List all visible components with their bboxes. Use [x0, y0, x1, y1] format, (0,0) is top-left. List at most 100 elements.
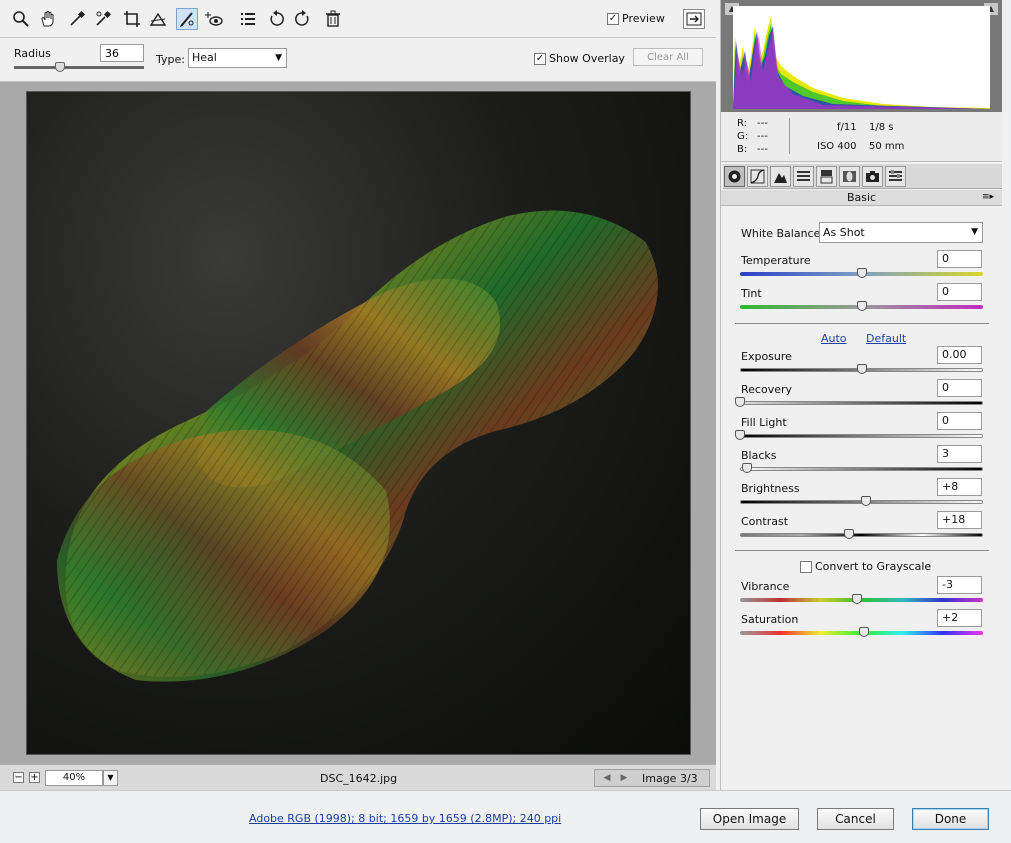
brightness-input[interactable]: +8: [937, 478, 982, 496]
clear-all-button[interactable]: Clear All: [633, 48, 703, 66]
shutter-value: 1/8 s: [869, 122, 894, 133]
zoom-tool[interactable]: [10, 8, 32, 30]
convert-grayscale-checkbox[interactable]: [800, 560, 812, 573]
radius-slider-thumb[interactable]: [55, 62, 65, 72]
white-balance-label: White Balance:: [741, 227, 825, 240]
zoom-level-field[interactable]: 40%: [45, 770, 103, 786]
histogram: ▲ ▲: [721, 0, 1002, 112]
fill-light-label: Fill Light: [741, 416, 787, 429]
rotate-right-icon: [295, 10, 309, 26]
hand-icon: [41, 11, 54, 27]
blacks-slider-track[interactable]: [740, 467, 983, 471]
tab-presets[interactable]: [885, 166, 906, 187]
crop-tool[interactable]: [121, 8, 143, 30]
done-button[interactable]: Done: [912, 808, 989, 830]
straighten-tool[interactable]: [147, 8, 169, 30]
rotate-left-tool[interactable]: [266, 8, 288, 30]
photo-preview[interactable]: [26, 91, 691, 755]
recovery-input[interactable]: 0: [937, 379, 982, 397]
recovery-slider-track[interactable]: [740, 401, 983, 405]
cancel-button[interactable]: Cancel: [817, 808, 894, 830]
color-sampler-tool[interactable]: [92, 8, 114, 30]
contrast-input[interactable]: +18: [937, 511, 982, 529]
auto-link[interactable]: Auto: [821, 332, 847, 345]
fullscreen-button[interactable]: [683, 9, 705, 29]
tab-detail[interactable]: [770, 166, 791, 187]
preview-checkbox[interactable]: ✓: [607, 12, 619, 25]
g-value: ---: [757, 131, 768, 142]
hsl-icon: [797, 171, 810, 181]
tab-camera-calibration[interactable]: [862, 166, 883, 187]
exposure-input[interactable]: 0.00: [937, 346, 982, 364]
preferences-tool[interactable]: [237, 8, 259, 30]
toolbar: ✓ Preview: [0, 0, 716, 38]
spot-removal-tool[interactable]: [176, 8, 198, 30]
vibrance-slider-thumb[interactable]: [851, 594, 862, 604]
fill-light-slider-track[interactable]: [740, 434, 983, 438]
saturation-input[interactable]: +2: [937, 609, 982, 627]
fill-light-input[interactable]: 0: [937, 412, 982, 430]
tab-hsl[interactable]: [793, 166, 814, 187]
chevron-down-icon: ▼: [971, 227, 978, 237]
vibrance-input[interactable]: -3: [937, 576, 982, 594]
show-overlay-checkbox[interactable]: ✓: [534, 52, 546, 65]
saturation-slider-thumb[interactable]: [858, 627, 869, 637]
brightness-slider-thumb[interactable]: [861, 496, 872, 506]
blacks-slider-thumb[interactable]: [742, 463, 753, 473]
default-link[interactable]: Default: [866, 332, 906, 345]
radius-input[interactable]: [100, 44, 144, 62]
previous-image-button[interactable]: ◀: [600, 771, 614, 785]
show-overlay-label: Show Overlay: [549, 52, 625, 65]
rotate-right-tool[interactable]: [291, 8, 313, 30]
type-select[interactable]: Heal ▼: [188, 48, 287, 68]
recovery-label: Recovery: [741, 383, 793, 396]
image-canvas[interactable]: [0, 82, 716, 764]
tint-slider-thumb[interactable]: [856, 301, 867, 311]
aperture-icon: [728, 170, 741, 183]
saturation-label: Saturation: [741, 613, 799, 626]
radius-slider-track[interactable]: [14, 66, 144, 69]
blacks-input[interactable]: 3: [937, 445, 982, 463]
tint-input[interactable]: 0: [937, 283, 982, 301]
canvas-status-bar: − + 40% ▼ DSC_1642.jpg ◀ ▶ Image 3/3: [0, 764, 716, 790]
show-overlay-toggle[interactable]: ✓ Show Overlay: [534, 52, 625, 65]
aperture-value: f/11: [837, 122, 857, 133]
focal-length-value: 50 mm: [869, 141, 905, 152]
recovery-slider-thumb[interactable]: [735, 397, 745, 407]
next-image-button[interactable]: ▶: [617, 771, 631, 785]
contrast-label: Contrast: [741, 515, 789, 528]
iso-value: ISO 400: [817, 141, 857, 152]
zoom-out-button[interactable]: −: [13, 772, 24, 783]
section-divider: [735, 323, 989, 324]
section-divider: [735, 550, 989, 551]
preview-toggle[interactable]: ✓ Preview: [607, 12, 665, 25]
workflow-options-link[interactable]: Adobe RGB (1998); 8 bit; 1659 by 1659 (2…: [249, 812, 561, 825]
hand-tool[interactable]: [37, 8, 59, 30]
tool-options-bar: Radius Type: Heal ▼ ✓ Show Overlay Clear…: [0, 38, 716, 82]
tab-basic[interactable]: [724, 166, 745, 187]
open-image-button[interactable]: Open Image: [700, 808, 799, 830]
fill-light-slider-thumb[interactable]: [735, 430, 745, 440]
exposure-slider-thumb[interactable]: [856, 364, 867, 374]
panel-tab-bar: [723, 164, 1002, 189]
convert-grayscale-toggle[interactable]: Convert to Grayscale: [800, 560, 931, 573]
panel-menu-icon[interactable]: ≡▸: [982, 190, 994, 205]
contrast-slider-track[interactable]: [740, 533, 983, 537]
white-balance-tool[interactable]: [66, 8, 88, 30]
tab-lens-corrections[interactable]: [839, 166, 860, 187]
temperature-slider-thumb[interactable]: [856, 268, 867, 278]
contrast-slider-thumb[interactable]: [844, 529, 855, 539]
preview-label: Preview: [622, 12, 665, 25]
temperature-input[interactable]: 0: [937, 250, 982, 268]
white-balance-select[interactable]: As Shot ▼: [819, 222, 983, 243]
tab-tone-curve[interactable]: [747, 166, 768, 187]
r-value: ---: [757, 118, 768, 129]
b-value: ---: [757, 144, 768, 155]
tint-label: Tint: [741, 287, 762, 300]
trash-tool[interactable]: [322, 8, 344, 30]
red-eye-tool[interactable]: [203, 8, 225, 30]
tab-split-toning[interactable]: [816, 166, 837, 187]
zoom-in-button[interactable]: +: [29, 772, 40, 783]
zoom-dropdown-button[interactable]: ▼: [103, 770, 118, 786]
curve-icon: [750, 169, 765, 184]
